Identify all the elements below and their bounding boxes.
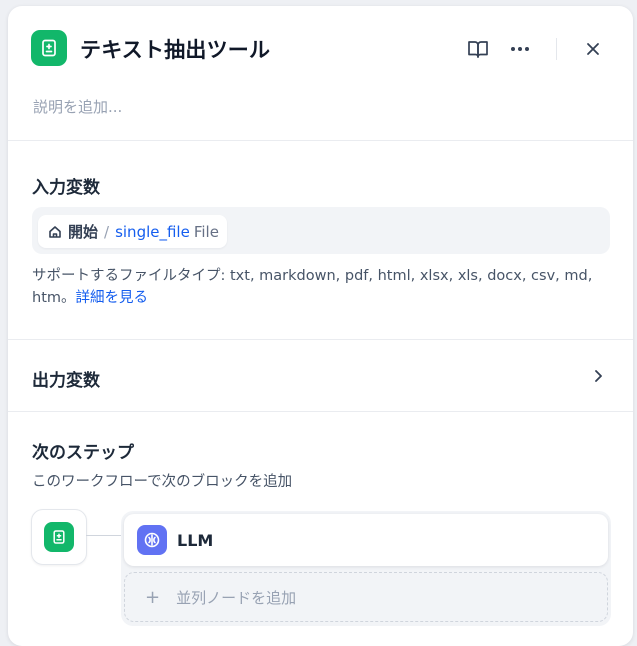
- description-input[interactable]: 説明を追加...: [33, 96, 122, 117]
- home-icon: [48, 225, 62, 239]
- next-nodes-container: LLM + 並列ノードを追加: [121, 511, 611, 626]
- section-divider: [8, 411, 633, 412]
- section-divider: [8, 339, 633, 340]
- current-node-block: [31, 509, 87, 565]
- book-open-icon[interactable]: [465, 36, 491, 62]
- document-extract-icon: [31, 30, 67, 66]
- plus-icon: +: [145, 586, 161, 608]
- close-icon[interactable]: [580, 36, 606, 62]
- document-extract-icon: [44, 522, 74, 552]
- var-separator: /: [104, 222, 110, 241]
- chevron-right-icon[interactable]: [588, 366, 608, 386]
- next-node-label: LLM: [177, 530, 214, 550]
- more-horizontal-icon[interactable]: [507, 36, 533, 62]
- var-type: File: [193, 222, 219, 241]
- add-parallel-label: 並列ノードを追加: [176, 588, 297, 607]
- next-step-title: 次のステップ: [32, 443, 134, 463]
- add-parallel-node-button[interactable]: + 並列ノードを追加: [124, 572, 608, 622]
- output-vars-toggle[interactable]: 出力変数: [32, 366, 100, 391]
- node-title[interactable]: テキスト抽出ツール: [80, 34, 270, 64]
- support-text: サポートするファイルタイプ: txt, markdown, pdf, html,…: [32, 265, 612, 309]
- input-vars-title: 入力変数: [32, 178, 100, 198]
- learn-more-link[interactable]: 詳細を見る: [76, 290, 149, 306]
- variable-pill[interactable]: 開始 / single_file File: [38, 215, 227, 248]
- panel-header: テキスト抽出ツール 説明を追加...: [8, 6, 633, 141]
- next-step-subtitle: このワークフローで次のブロックを追加: [32, 474, 293, 490]
- input-var-box: 開始 / single_file File: [32, 207, 610, 254]
- var-node-name: 開始: [68, 223, 99, 241]
- next-node-llm[interactable]: LLM: [124, 514, 608, 566]
- llm-brain-icon: [137, 525, 167, 555]
- var-name: single_file: [115, 222, 190, 241]
- node-connector: [86, 533, 125, 537]
- node-panel: テキスト抽出ツール 説明を追加... 入力変数 開始 / single_file…: [8, 6, 633, 646]
- header-divider: [556, 38, 557, 60]
